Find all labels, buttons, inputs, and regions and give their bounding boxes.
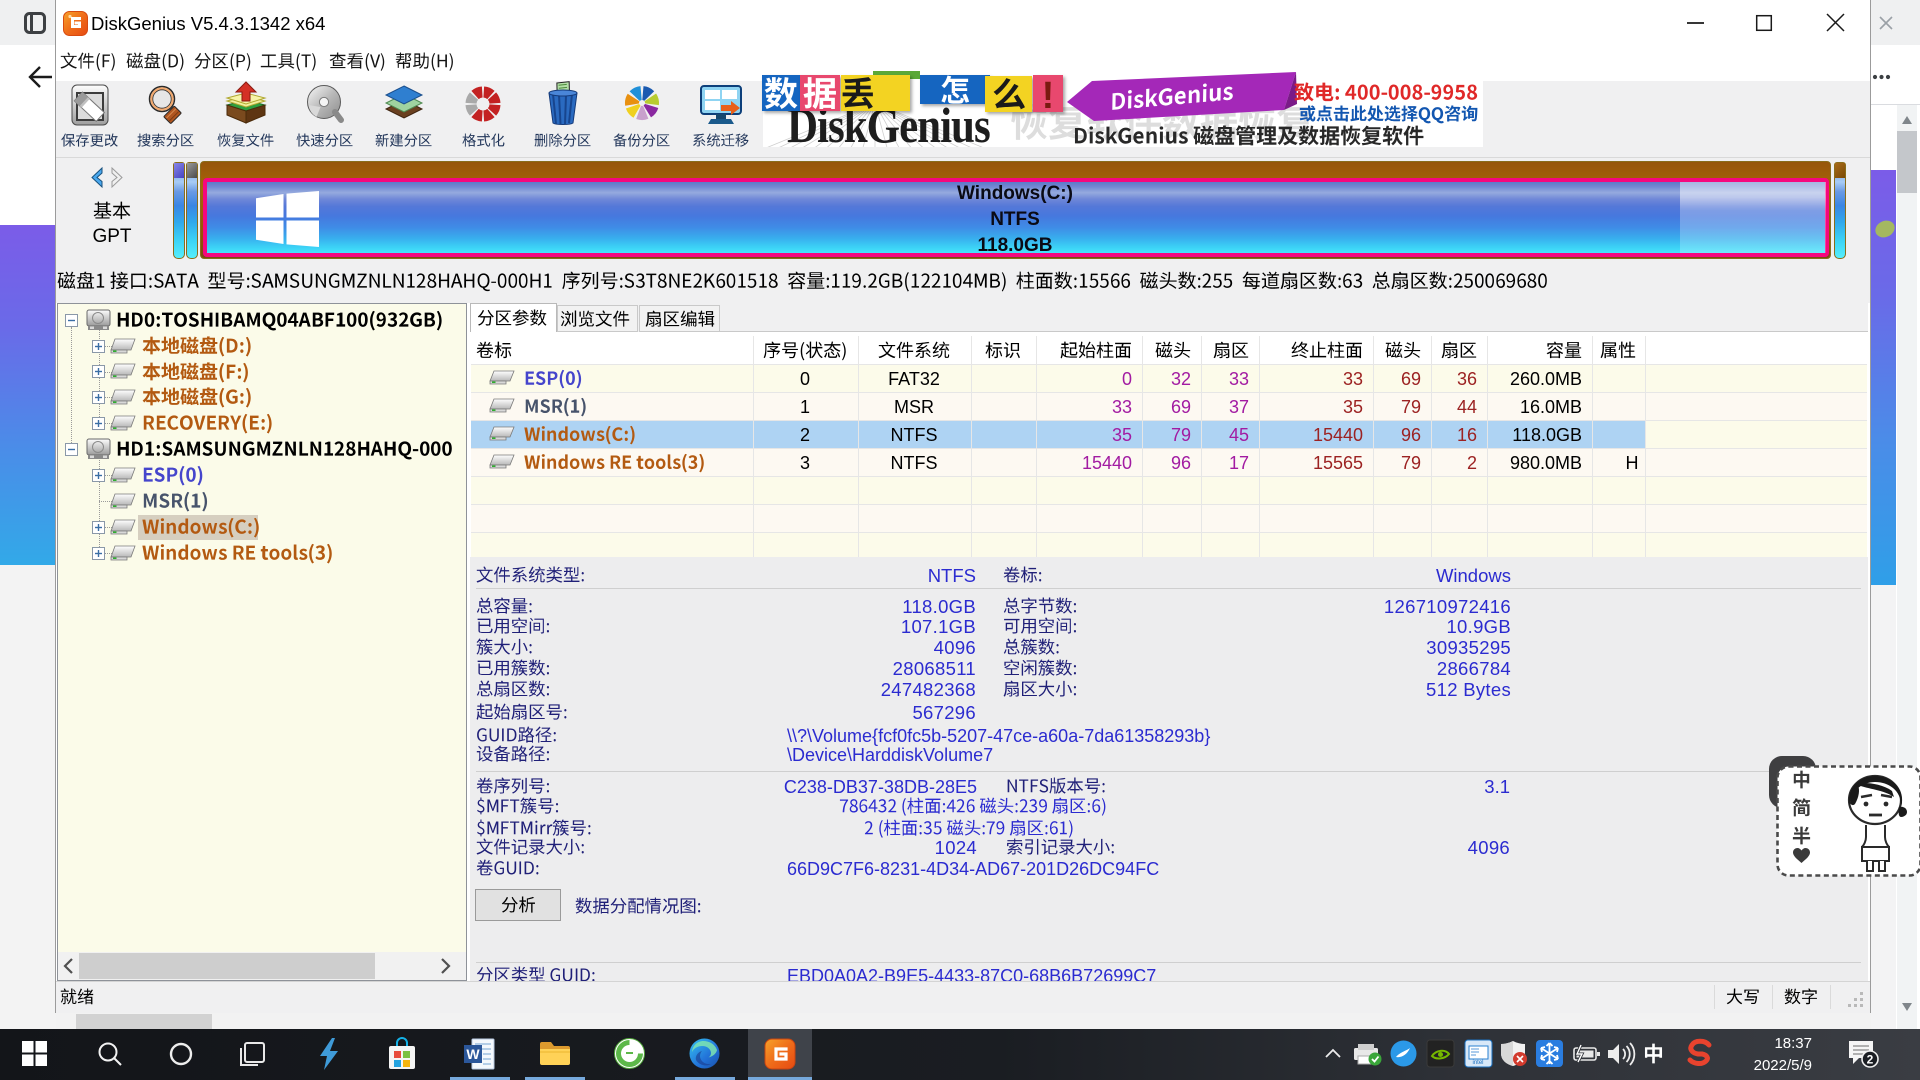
svg-text:W: W <box>466 1046 480 1062</box>
svg-text:2: 2 <box>1867 1053 1874 1067</box>
svg-text:intel: intel <box>1472 1060 1483 1066</box>
